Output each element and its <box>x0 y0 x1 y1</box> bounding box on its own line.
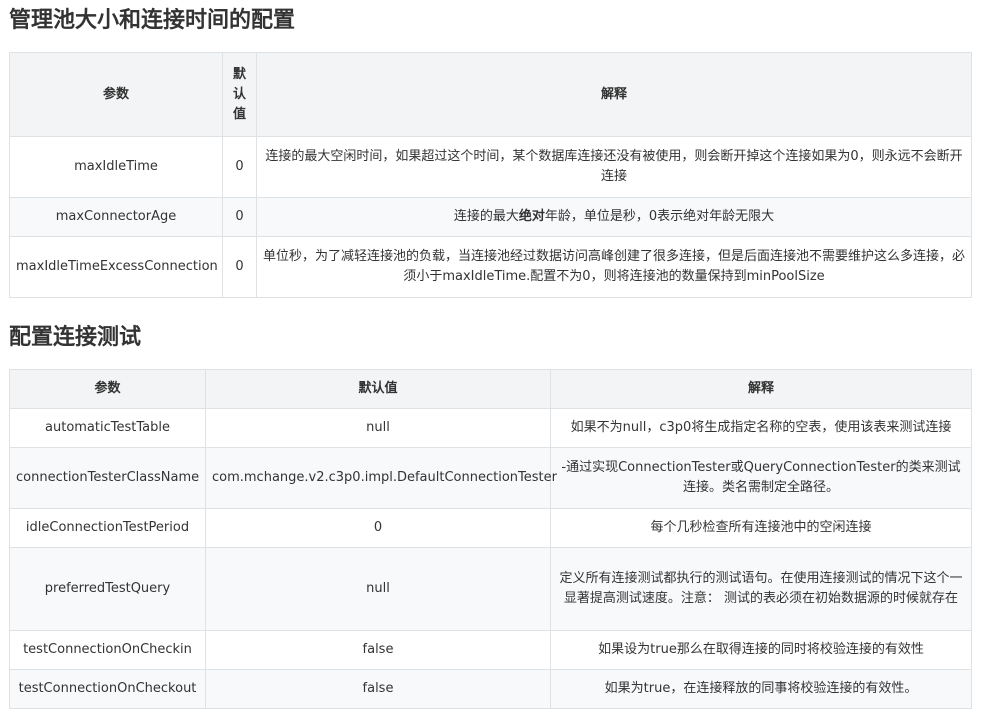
table-header-row: 参数 默 认 值 解释 <box>9 52 972 137</box>
desc-cell: 单位秒，为了减轻连接池的负载，当连接池经过数据访问高峰创建了很多连接，但是后面连… <box>256 236 972 298</box>
default-cell: false <box>205 669 551 709</box>
header-param: 参数 <box>9 369 206 409</box>
table-row: preferredTestQuery null 定义所有连接测试都执行的测试语句… <box>9 547 972 631</box>
default-cell: 0 <box>222 136 257 198</box>
table-row: connectionTesterClassName com.mchange.v2… <box>9 447 972 509</box>
desc-cell: 连接的最大绝对年龄，单位是秒，0表示绝对年龄无限大 <box>256 197 972 237</box>
param-cell: maxConnectorAge <box>9 197 223 237</box>
table-row: maxConnectorAge 0 连接的最大绝对年龄，单位是秒，0表示绝对年龄… <box>9 197 972 237</box>
default-cell: 0 <box>205 508 551 548</box>
table-row: testConnectionOnCheckin false 如果设为true那么… <box>9 630 972 670</box>
desc-cell: 如果为true，在连接释放的同事将校验连接的有效性。 <box>550 669 972 709</box>
section2-title: 配置连接测试 <box>9 325 142 350</box>
table-row: testConnectionOnCheckout false 如果为true，在… <box>9 669 972 709</box>
desc-text: 连接的最大 <box>453 209 519 224</box>
desc-cell: 如果不为null，c3p0将生成指定名称的空表，使用该表来测试连接 <box>550 408 972 448</box>
param-cell: testConnectionOnCheckout <box>9 669 206 709</box>
section1-title: 管理池大小和连接时间的配置 <box>9 8 296 33</box>
param-cell: testConnectionOnCheckin <box>9 630 206 670</box>
table-row: idleConnectionTestPeriod 0 每个几秒检查所有连接池中的… <box>9 508 972 548</box>
table-row: automaticTestTable null 如果不为null，c3p0将生成… <box>9 408 972 448</box>
default-cell: false <box>205 630 551 670</box>
default-cell: com.mchange.v2.c3p0.impl.DefaultConnecti… <box>205 447 557 509</box>
header-desc: 解释 <box>256 52 972 137</box>
param-cell: idleConnectionTestPeriod <box>9 508 206 548</box>
default-cell: 0 <box>222 197 257 237</box>
header-param: 参数 <box>9 52 223 137</box>
desc-cell: -通过实现ConnectionTester或QueryConnectionTes… <box>550 447 972 509</box>
table-row: maxIdleTimeExcessConnection 0 单位秒，为了减轻连接… <box>9 236 972 298</box>
header-default: 默认值 <box>205 369 551 409</box>
pool-config-table: 参数 默 认 值 解释 maxIdleTime 0 连接的最大空闲时间，如果超过… <box>9 52 972 298</box>
default-cell: 0 <box>222 236 257 298</box>
desc-cell: 定义所有连接测试都执行的测试语句。在使用连接测试的情况下这个一显著提高测试速度。… <box>550 547 972 631</box>
desc-text: 年龄，单位是秒，0表示绝对年龄无限大 <box>544 209 775 224</box>
default-cell: null <box>205 408 551 448</box>
header-desc: 解释 <box>550 369 972 409</box>
connection-test-table: 参数 默认值 解释 automaticTestTable null 如果不为nu… <box>9 369 972 709</box>
param-cell: maxIdleTimeExcessConnection <box>9 236 223 298</box>
param-cell: connectionTesterClassName <box>9 447 206 509</box>
param-cell: preferredTestQuery <box>9 547 206 631</box>
header-default: 默 认 值 <box>222 52 257 137</box>
param-cell: maxIdleTime <box>9 136 223 198</box>
desc-bold-text: 绝对 <box>518 209 545 224</box>
header-default-line: 认 <box>232 86 246 102</box>
desc-cell: 如果设为true那么在取得连接的同时将校验连接的有效性 <box>550 630 972 670</box>
param-cell: automaticTestTable <box>9 408 206 448</box>
desc-cell: 每个几秒检查所有连接池中的空闲连接 <box>550 508 972 548</box>
header-default-line: 值 <box>232 106 246 122</box>
table-row: maxIdleTime 0 连接的最大空闲时间，如果超过这个时间，某个数据库连接… <box>9 136 972 198</box>
header-default-line: 默 <box>232 66 246 82</box>
desc-cell: 连接的最大空闲时间，如果超过这个时间，某个数据库连接还没有被使用，则会断开掉这个… <box>256 136 972 198</box>
default-cell: null <box>205 547 551 631</box>
table-header-row: 参数 默认值 解释 <box>9 369 972 409</box>
